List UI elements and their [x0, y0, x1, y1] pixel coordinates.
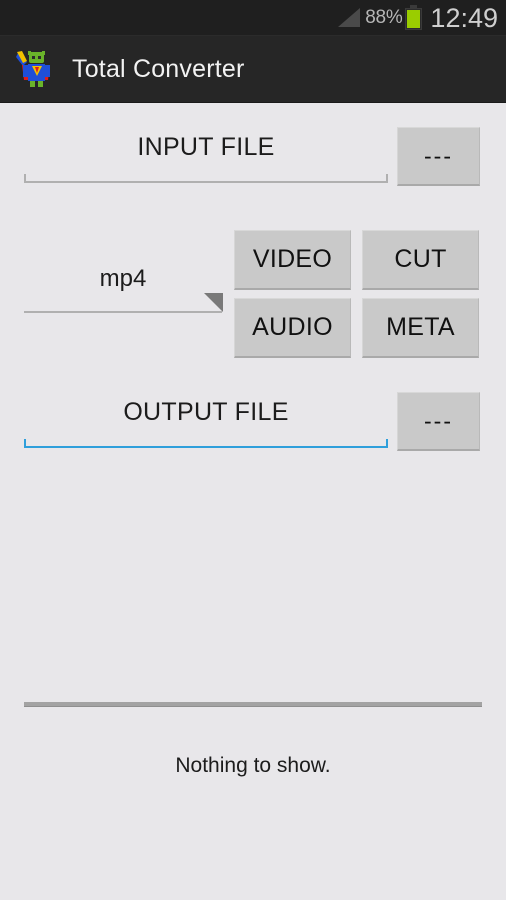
audio-button[interactable]: AUDIO	[234, 298, 351, 358]
total-converter-superhero-android-icon	[16, 51, 50, 87]
main-content: INPUT FILE --- mp4 VIDEO CUT AUDIO META …	[0, 104, 506, 900]
output-file-label: OUTPUT FILE	[123, 398, 289, 426]
app-title: Total Converter	[72, 54, 245, 83]
format-options-row: mp4 VIDEO CUT AUDIO META	[0, 230, 506, 360]
action-bar: Total Converter	[0, 36, 506, 103]
output-file-browse-button[interactable]: ---	[397, 392, 480, 451]
battery-full-icon	[405, 5, 423, 30]
output-file-row: OUTPUT FILE ---	[0, 392, 506, 458]
input-file-underline	[24, 174, 388, 183]
phone-screen: 88% 12:49 Total Converter INPUT FILE ---…	[0, 0, 506, 900]
format-spinner-value: mp4	[99, 265, 147, 292]
input-file-row: INPUT FILE ---	[0, 127, 506, 193]
input-file-browse-button[interactable]: ---	[397, 127, 480, 186]
signal-bars-icon	[338, 8, 361, 27]
output-file-field[interactable]: OUTPUT FILE	[24, 392, 388, 448]
battery-percent-label: 88%	[365, 6, 403, 28]
cut-button[interactable]: CUT	[362, 230, 479, 290]
format-spinner-underline	[24, 311, 222, 313]
input-file-field[interactable]: INPUT FILE	[24, 127, 388, 183]
meta-button[interactable]: META	[362, 298, 479, 358]
section-divider	[24, 702, 482, 707]
input-file-label: INPUT FILE	[137, 133, 275, 161]
output-file-underline	[24, 439, 388, 448]
video-button[interactable]: VIDEO	[234, 230, 351, 290]
log-empty-message: Nothing to show.	[175, 754, 331, 777]
format-spinner[interactable]: mp4	[24, 259, 223, 313]
clock-label: 12:49	[430, 2, 498, 33]
status-bar: 88% 12:49	[0, 0, 506, 36]
spinner-dropdown-arrow-icon	[204, 293, 223, 312]
